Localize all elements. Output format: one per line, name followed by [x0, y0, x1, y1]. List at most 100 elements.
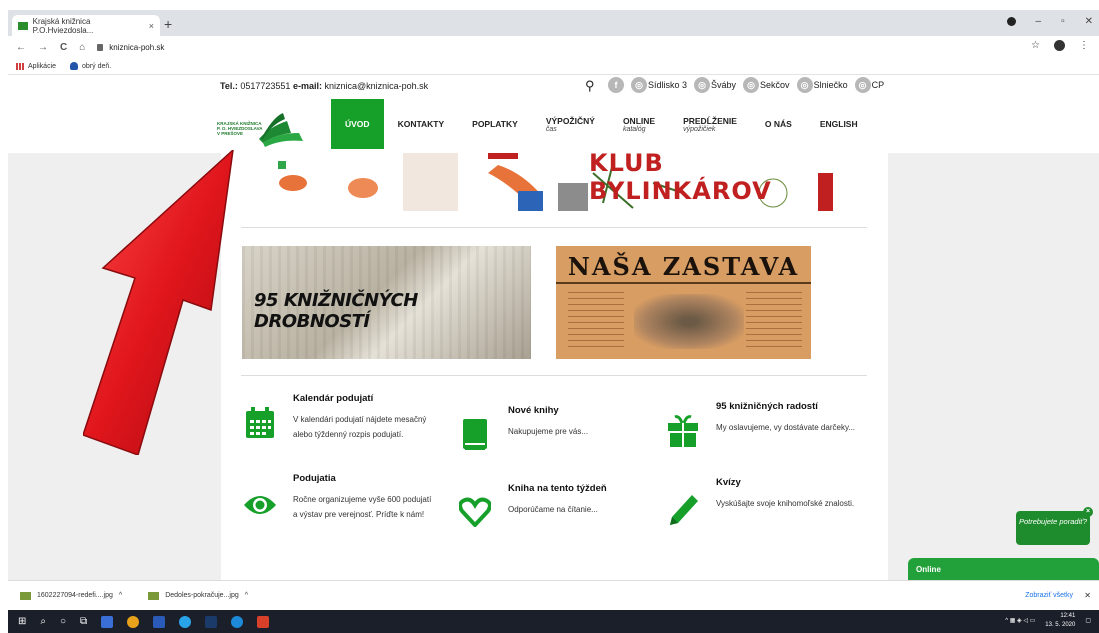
edge-icon[interactable] — [231, 615, 244, 628]
tab-strip: Krajská knižnica P.O.Hviezdosla... × + –… — [8, 10, 1099, 36]
feature-text: Ročne organizujeme vyše 600 podujatí a v… — [293, 495, 432, 519]
bookmark-label: obrý deň. — [82, 62, 112, 70]
chevron-up-icon[interactable]: ^ — [119, 592, 122, 599]
feature-text: My oslavujeme, vy dostávate darčeky... — [716, 423, 856, 432]
cortana-icon[interactable]: ○ — [60, 616, 66, 627]
promo-card-nasa-zastava[interactable]: NAŠA ZASTAVA — [556, 246, 811, 359]
email-link[interactable]: kniznica@kniznica-poh.sk — [324, 81, 428, 91]
browser-window: Krajská knižnica P.O.Hviezdosla... × + –… — [8, 10, 1099, 633]
feature-title: Kniha na tento týždeň — [508, 483, 607, 494]
profile-dot-icon[interactable] — [1006, 17, 1016, 26]
feature-kniha-tyzden[interactable]: Kniha na tento týždeň Odporúčame na číta… — [456, 483, 648, 527]
bookmark-obry-den[interactable]: obrý deň. — [70, 62, 111, 70]
windows-taskbar: ⊞ ⌕ ○ ⧉ ^ ▦ ◈ ◁ ▭ 12:41 13. 5. 2020 ▢ — [8, 610, 1099, 633]
url-field[interactable]: kniznica-poh.sk — [97, 43, 164, 52]
tab-close-icon[interactable]: × — [149, 21, 154, 31]
calendar-icon — [241, 393, 279, 442]
windows-start-icon[interactable]: ⊞ — [18, 616, 26, 627]
promo-card-drobnosti[interactable]: 95 KNIŽNIČNÝCH DROBNOSTÍ — [242, 246, 531, 359]
social-slniecko[interactable]: ◎ Slniečko — [796, 77, 848, 93]
task-view-icon[interactable]: ⧉ — [80, 616, 87, 627]
social-sekcov[interactable]: ◎ Sekčov — [743, 77, 790, 93]
photoshop-icon[interactable] — [205, 615, 218, 628]
book-icon — [456, 405, 494, 451]
nav-online-katalog[interactable]: ONLINE katalóg — [609, 99, 669, 149]
social-cp[interactable]: ◎ CP — [854, 77, 884, 93]
word-icon[interactable] — [153, 615, 166, 628]
feature-kvizy[interactable]: Kvízy Vyskúšajte svoje knihomoľské znalo… — [664, 477, 856, 527]
klub-banner[interactable]: KLUB BYLINKÁROV — [253, 153, 833, 211]
nav-predlzenie[interactable]: PREDĹŽENIE výpožičiek — [669, 99, 751, 149]
tel-number[interactable]: 0517723551 — [240, 81, 290, 91]
nav-o-nas[interactable]: O NÁS — [751, 99, 806, 149]
feature-text: Vyskúšajte svoje knihomoľské znalosti. — [716, 499, 855, 508]
bookmark-apps[interactable]: Aplikácie — [16, 62, 57, 70]
social-facebook[interactable]: f — [608, 77, 624, 93]
instagram-icon: ◎ — [743, 77, 760, 93]
instagram-icon: ◎ — [854, 77, 871, 93]
feature-title: 95 knižničných radostí — [716, 401, 818, 412]
search-icon[interactable]: ⚲ — [585, 78, 595, 94]
forward-button[interactable]: → — [38, 42, 48, 53]
heart-icon — [456, 483, 494, 527]
logo-text: KRAJSKÁ KNIŽNICA P. O. HVIEZDOSLAVA V PR… — [217, 121, 263, 136]
apps-grid-icon — [16, 62, 24, 70]
social-label: Sekčov — [760, 80, 790, 90]
home-button[interactable]: ⌂ — [79, 42, 85, 53]
library-logo[interactable]: KRAJSKÁ KNIŽNICA P. O. HVIEZDOSLAVA V PR… — [217, 109, 307, 149]
new-tab-button[interactable]: + — [164, 16, 172, 32]
chat-online-bar[interactable]: Online — [908, 558, 1099, 580]
bookmark-label: Aplikácie — [28, 62, 57, 70]
social-sidlisko3[interactable]: ◎ Sídlisko 3 — [631, 77, 687, 93]
menu-icon[interactable]: ⋮ — [1079, 40, 1089, 51]
social-svaby[interactable]: ◎ Šváby — [694, 77, 736, 93]
gift-icon — [664, 401, 702, 447]
search-icon[interactable]: ⌕ — [40, 616, 46, 627]
notification-icon[interactable]: ▢ — [1085, 617, 1091, 626]
tel-label: Tel.: — [220, 81, 238, 91]
image-file-icon — [148, 591, 160, 600]
nav-poplatky[interactable]: POPLATKY — [458, 99, 532, 149]
pencil-icon — [664, 477, 702, 527]
instagram-icon: ◎ — [796, 77, 813, 93]
browser-tab[interactable]: Krajská knižnica P.O.Hviezdosla... × — [12, 15, 160, 36]
nav-vypozicny-cas[interactable]: VÝPOŽIČNÝ čas — [532, 99, 609, 149]
profile-avatar[interactable] — [1054, 40, 1065, 51]
download-item[interactable]: 1602227094-redefi....jpg ^ — [20, 591, 122, 600]
chevron-up-icon[interactable]: ^ — [245, 592, 248, 599]
clock[interactable]: 12:41 13. 5. 2020 — [1045, 612, 1075, 630]
feature-95-radosti[interactable]: 95 knižničných radostí My oslavujeme, vy… — [664, 401, 856, 447]
nav-uvod[interactable]: ÚVOD — [331, 99, 384, 149]
card-title: NAŠA ZASTAVA — [567, 252, 800, 281]
powerpoint-icon[interactable] — [257, 615, 270, 628]
tray-icons[interactable]: ^ ▦ ◈ ◁ ▭ — [1005, 617, 1035, 626]
bookmark-star-icon[interactable]: ☆ — [1031, 40, 1040, 51]
bookmarks-bar: Aplikácie obrý deň. — [8, 58, 1099, 75]
contact-info: Tel.: 0517723551 e-mail: kniznica@knizni… — [220, 81, 428, 91]
image-file-icon — [20, 591, 31, 600]
explorer-icon[interactable] — [101, 615, 114, 628]
chat-close-icon[interactable]: × — [1083, 507, 1093, 517]
main-navbar: KRAJSKÁ KNIŽNICA P. O. HVIEZDOSLAVA V PR… — [8, 99, 1099, 153]
reload-button[interactable]: C — [60, 42, 67, 53]
feature-text: Nakupujeme pre vás... — [508, 427, 589, 436]
instagram-icon: ◎ — [694, 77, 711, 93]
nav-english[interactable]: ENGLISH — [806, 99, 872, 149]
close-downloads-icon[interactable]: ✕ — [1084, 591, 1091, 600]
show-all-downloads-link[interactable]: Zobraziť všetky — [1025, 592, 1073, 599]
download-item[interactable]: Dedoles-pokračuje...jpg ^ — [148, 591, 248, 600]
close-window-button[interactable]: ✕ — [1085, 16, 1093, 27]
skype-icon[interactable] — [179, 615, 192, 628]
back-button[interactable]: ← — [16, 42, 26, 53]
address-bar: ← → C ⌂ kniznica-poh.sk ☆ ⋮ — [8, 36, 1099, 58]
minimize-button[interactable]: – — [1036, 16, 1042, 27]
social-label: Slniečko — [813, 80, 848, 90]
feature-nove-knihy[interactable]: Nové knihy Nakupujeme pre vás... — [456, 405, 648, 451]
chat-help-bubble[interactable]: Potrebujete poradiť? — [1016, 511, 1090, 545]
nav-kontakty[interactable]: KONTAKTY — [384, 99, 459, 149]
maximize-button[interactable]: ▫ — [1061, 16, 1065, 27]
feature-podujatia[interactable]: Podujatia Ročne organizujeme vyše 600 po… — [241, 473, 433, 522]
chrome-icon[interactable] — [127, 615, 140, 628]
feature-text: Odporúčame na čítanie... — [508, 505, 598, 514]
feature-kalendar[interactable]: Kalendár podujatí V kalendári podujatí n… — [241, 393, 433, 442]
